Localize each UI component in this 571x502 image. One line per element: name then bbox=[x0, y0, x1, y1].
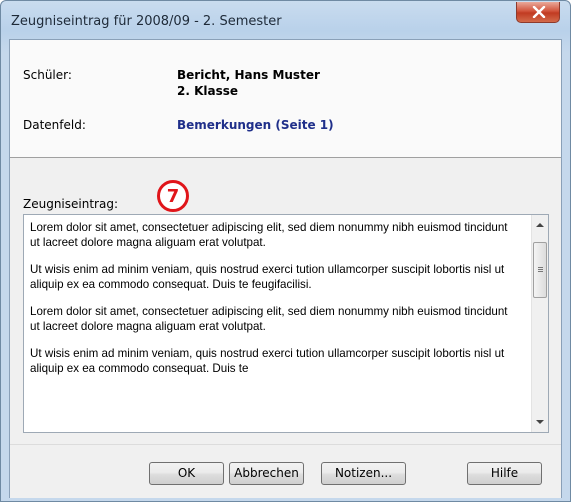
entry-text[interactable]: Lorem dolor sit amet, consectetuer adipi… bbox=[30, 220, 520, 388]
close-button[interactable] bbox=[516, 2, 560, 23]
student-class: 2. Klasse bbox=[177, 84, 239, 98]
entry-textarea[interactable]: Lorem dolor sit amet, consectetuer adipi… bbox=[23, 214, 549, 433]
scroll-up-icon[interactable] bbox=[536, 223, 544, 227]
grip-line bbox=[538, 267, 543, 268]
datafield-label: Datenfeld: bbox=[23, 118, 86, 132]
ok-button[interactable]: OK bbox=[149, 462, 224, 485]
entry-label: Zeugniseintrag: bbox=[23, 197, 118, 211]
grip-line bbox=[538, 269, 543, 270]
window-title: Zeugniseintrag für 2008/09 - 2. Semester bbox=[11, 14, 282, 29]
grip-line bbox=[538, 271, 543, 272]
notes-label: Notizen... bbox=[334, 466, 393, 480]
info-panel: Schüler: Bericht, Hans Muster 2. Klasse … bbox=[10, 40, 561, 158]
dialog-window: Zeugniseintrag für 2008/09 - 2. Semester… bbox=[0, 0, 571, 502]
step-badge: 7 bbox=[157, 180, 189, 212]
close-icon bbox=[532, 6, 546, 18]
dialog-client-area: Schüler: Bericht, Hans Muster 2. Klasse … bbox=[9, 39, 562, 498]
entry-paragraph: Lorem dolor sit amet, consectetuer adipi… bbox=[30, 221, 508, 249]
scroll-thumb[interactable] bbox=[533, 242, 547, 298]
entry-paragraph: Lorem dolor sit amet, consectetuer adipi… bbox=[30, 305, 508, 333]
cancel-button[interactable]: Abbrechen bbox=[229, 462, 304, 485]
entry-paragraph: Ut wisis enim ad minim veniam, quis nost… bbox=[30, 347, 505, 375]
help-button[interactable]: Hilfe bbox=[467, 462, 542, 485]
notes-button[interactable]: Notizen... bbox=[321, 462, 406, 485]
cancel-label: Abbrechen bbox=[234, 466, 299, 480]
student-label: Schüler: bbox=[23, 68, 72, 82]
student-name: Bericht, Hans Muster bbox=[177, 68, 320, 82]
title-bar[interactable]: Zeugniseintrag für 2008/09 - 2. Semester bbox=[1, 1, 570, 39]
datafield-value: Bemerkungen (Seite 1) bbox=[177, 118, 334, 132]
button-bar: OK Abbrechen Notizen... Hilfe bbox=[10, 444, 561, 498]
scroll-down-icon[interactable] bbox=[536, 420, 544, 424]
entry-paragraph: Ut wisis enim ad minim veniam, quis nost… bbox=[30, 263, 505, 291]
ok-label: OK bbox=[177, 466, 196, 480]
help-label: Hilfe bbox=[490, 466, 519, 480]
vertical-scrollbar[interactable] bbox=[531, 215, 548, 432]
